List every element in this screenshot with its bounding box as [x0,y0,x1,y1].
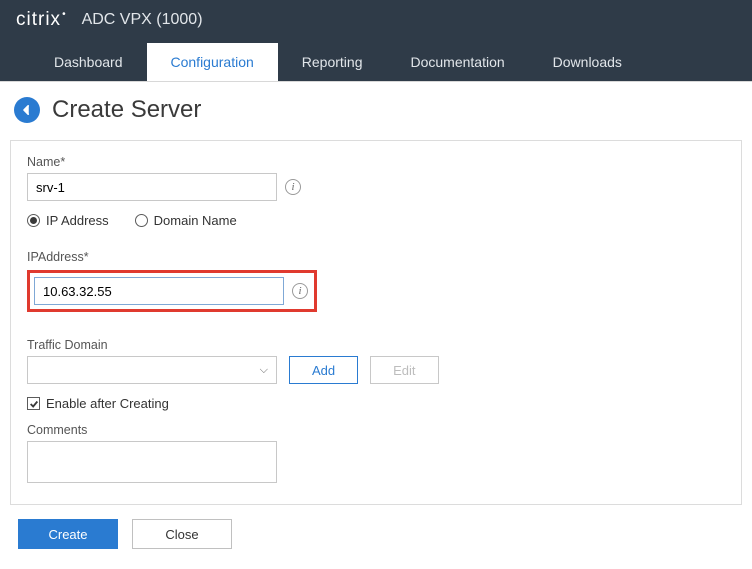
chevron-down-icon: ⌵ [260,364,268,377]
top-bar: citrix• ADC VPX (1000) [0,0,752,40]
arrow-left-icon [20,103,34,117]
nav-tabs: Dashboard Configuration Reporting Docume… [0,40,752,82]
comments-textarea[interactable] [27,441,277,483]
tab-configuration[interactable]: Configuration [147,43,278,81]
page-title: Create Server [52,96,201,124]
radio-ip-address[interactable]: IP Address [27,213,109,228]
brand-text: citrix [16,9,61,31]
radio-icon [27,214,40,227]
brand-logo: citrix• [16,9,68,31]
ipaddress-input[interactable] [34,277,284,305]
tab-dashboard[interactable]: Dashboard [30,43,147,81]
comments-label: Comments [27,423,725,437]
ipaddress-highlight: i [27,270,317,312]
back-button[interactable] [14,97,40,123]
close-button[interactable]: Close [132,519,232,549]
page-header: Create Server [0,82,752,140]
tab-reporting[interactable]: Reporting [278,43,387,81]
checkbox-icon [27,397,40,410]
form-panel: Name* i IP Address Domain Name IPAddress… [10,140,742,505]
enable-after-label: Enable after Creating [46,396,169,411]
edit-button: Edit [370,356,438,384]
name-input[interactable] [27,173,277,201]
add-button[interactable]: Add [289,356,358,384]
footer-actions: Create Close [0,505,752,569]
info-icon[interactable]: i [285,179,301,195]
traffic-domain-label: Traffic Domain [27,338,725,352]
create-button[interactable]: Create [18,519,118,549]
radio-icon [135,214,148,227]
product-name: ADC VPX (1000) [82,11,203,29]
ipaddress-label: IPAddress* [27,250,725,264]
info-icon[interactable]: i [292,283,308,299]
radio-ip-label: IP Address [46,213,109,228]
traffic-domain-select[interactable]: ⌵ [27,356,277,384]
radio-domain-name[interactable]: Domain Name [135,213,237,228]
tab-documentation[interactable]: Documentation [386,43,528,81]
tab-downloads[interactable]: Downloads [529,43,646,81]
address-type-radio-group: IP Address Domain Name [27,213,725,228]
name-label: Name* [27,155,725,169]
enable-after-creating-checkbox[interactable]: Enable after Creating [27,396,725,411]
radio-domain-label: Domain Name [154,213,237,228]
